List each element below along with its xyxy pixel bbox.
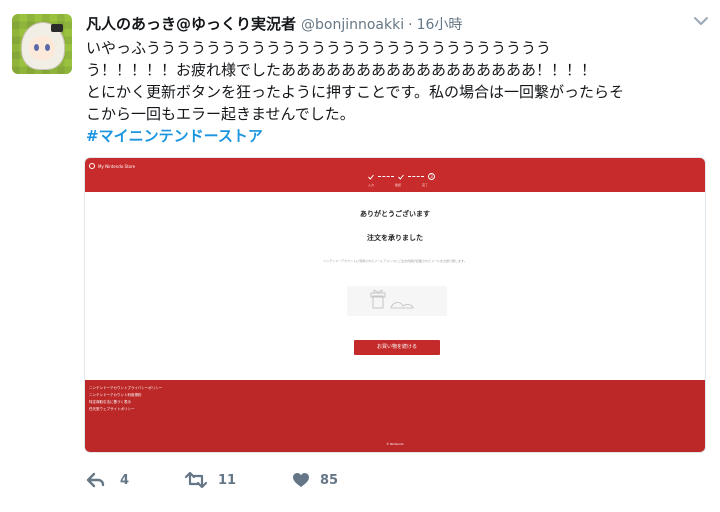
step-label: 完了 — [421, 183, 428, 187]
tweet-text: いやっふううううううううううううううううううううううううううう う！！！！！お疲… — [86, 37, 706, 147]
tweet-text-line: いやっふううううううううううううううううううううううううううう — [86, 39, 552, 57]
check-icon — [368, 174, 374, 180]
step-label: 確認 — [394, 183, 401, 187]
tweet-text-line: とにかく更新ボタンを狂ったように押すことです。私の場合は一回繋がったらそ — [86, 83, 625, 101]
order-received-heading: 注文を承りました — [367, 234, 423, 242]
like-action[interactable]: 85 — [292, 472, 338, 488]
avatar-face — [29, 36, 55, 60]
tweet-actions: 4 11 85 — [86, 468, 338, 492]
retweet-icon — [184, 472, 208, 488]
tweet-timestamp[interactable]: 16小時 — [417, 14, 463, 34]
separator-dot: · — [408, 17, 413, 33]
store-footer: ニンテンドーアカウントプライバシーポリシー ニンテンドーアカウント利用規約 特定… — [85, 380, 705, 452]
author-handle[interactable]: @bonjinnoakki — [301, 17, 404, 33]
attached-image[interactable]: My Nintendo Store 3 入力 確認 完了 ありがとうございます … — [84, 157, 706, 453]
continue-shopping-button[interactable]: お買い物を続ける — [354, 340, 440, 355]
heart-icon — [293, 473, 309, 487]
mail-note: ニンテンドーアカウントに登録されたメールアドレスにご注文内容が記載されたメールを… — [323, 259, 467, 263]
hashtag-link[interactable]: #マイニンテンドーストア — [86, 127, 263, 145]
reply-action[interactable]: 4 — [86, 472, 184, 488]
avatar-eye-right — [45, 44, 50, 51]
store-brand: My Nintendo Store — [89, 163, 135, 169]
footer-link[interactable]: 任天堂ウェブサイトポリシー — [89, 406, 162, 413]
store-brand-label: My Nintendo Store — [98, 163, 136, 169]
store-header-bar: My Nintendo Store 3 入力 確認 完了 — [85, 158, 705, 192]
tweet-text-line: こから一回もエラー起きませんでした。 — [86, 105, 355, 123]
footer-link[interactable]: ニンテンドーアカウントプライバシーポリシー — [89, 385, 162, 392]
checkout-steps: 3 — [368, 173, 435, 180]
like-count: 85 — [320, 472, 339, 488]
chevron-down-icon[interactable] — [692, 14, 710, 28]
tweet-text-line: う！！！！！お疲れ様でしたあああああああああああああああああ！！！！ — [86, 61, 597, 79]
thanks-heading: ありがとうございます — [360, 210, 430, 218]
author-avatar[interactable] — [12, 14, 72, 74]
footer-link[interactable]: 特定商取引法に基づく表示 — [89, 399, 162, 406]
gift-illustration-icon — [347, 286, 447, 316]
step-number: 3 — [428, 173, 435, 180]
footer-link[interactable]: ニンテンドーアカウント利用規約 — [89, 392, 162, 399]
step-label: 入力 — [368, 183, 375, 187]
retweet-count: 11 — [218, 472, 237, 488]
author-name[interactable]: 凡人のあっき@ゆっくり実況者 — [86, 13, 296, 34]
tweet-header: 凡人のあっき@ゆっくり実況者 @bonjinnoakki · 16小時 — [86, 13, 462, 33]
footer-links: ニンテンドーアカウントプライバシーポリシー ニンテンドーアカウント利用規約 特定… — [89, 385, 162, 413]
reply-count: 4 — [120, 472, 130, 488]
check-icon — [398, 174, 404, 180]
avatar-ribbon — [51, 24, 63, 32]
reply-icon — [86, 472, 105, 488]
step-labels: 入力 確認 完了 — [368, 183, 428, 187]
retweet-action[interactable]: 11 — [184, 472, 292, 488]
step-connector — [378, 176, 394, 177]
footer-copyright: © Nintendo — [386, 442, 404, 446]
avatar-eye-left — [34, 44, 39, 51]
step-connector — [408, 176, 424, 177]
nintendo-logo-icon — [89, 163, 95, 169]
